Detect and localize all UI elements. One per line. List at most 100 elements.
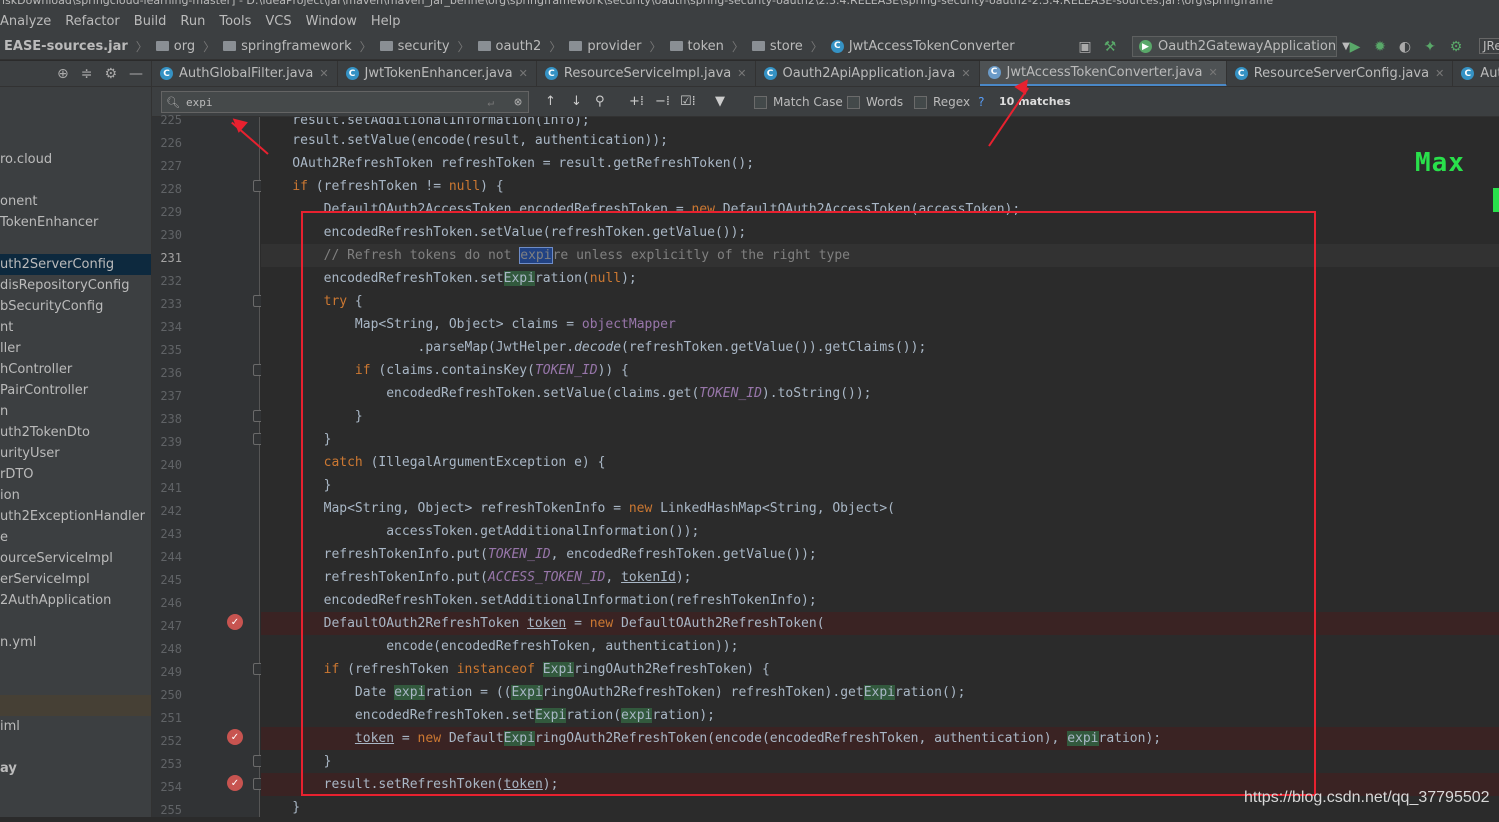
- sidebar-item[interactable]: ion: [0, 485, 151, 506]
- remove-selection-icon[interactable]: −⁞: [655, 94, 670, 109]
- build-hammer-icon[interactable]: ⚒: [1102, 39, 1118, 55]
- breadcrumb-label: JwtAccessTokenConverter: [848, 38, 1015, 54]
- select-all-icon[interactable]: ☑⁞: [680, 94, 696, 109]
- collapse-icon[interactable]: ≑: [81, 66, 93, 82]
- breadcrumb-oauth2[interactable]: oauth2 〉: [474, 38, 566, 55]
- tab-authcontroller[interactable]: CAuthController.java✕: [1453, 61, 1499, 86]
- sidebar-item[interactable]: erServiceImpl: [0, 569, 151, 590]
- breadcrumb-provider[interactable]: provider 〉: [565, 38, 665, 55]
- hide-icon[interactable]: —: [129, 66, 143, 82]
- menu-window[interactable]: Window: [306, 14, 357, 29]
- sidebar-item[interactable]: ro.cloud: [0, 149, 151, 170]
- profile-icon[interactable]: ✦: [1422, 39, 1438, 55]
- clear-icon[interactable]: ⊗: [514, 95, 522, 110]
- sidebar-item[interactable]: onent: [0, 191, 151, 212]
- sidebar-item[interactable]: PairController: [0, 380, 151, 401]
- newline-icon[interactable]: ↵: [487, 96, 494, 109]
- menu-vcs[interactable]: VCS: [265, 14, 291, 29]
- filter-icon[interactable]: ▼: [715, 94, 725, 109]
- breadcrumb-store[interactable]: store 〉: [748, 38, 827, 55]
- sidebar-item[interactable]: ourceServiceImpl: [0, 548, 151, 569]
- line-number: 246: [160, 596, 182, 610]
- line-number: 238: [160, 412, 182, 426]
- regex-help-link[interactable]: ?: [978, 95, 984, 109]
- line-number: 252: [160, 734, 182, 748]
- breakpoint-icon[interactable]: ✓: [227, 614, 243, 630]
- next-occurrence-icon[interactable]: ↓: [571, 94, 582, 109]
- breakpoint-icon[interactable]: ✓: [227, 775, 243, 791]
- tab-label: AuthGlobalFilter.java: [179, 66, 314, 81]
- sidebar-item[interactable]: iml: [0, 716, 151, 737]
- previous-occurrence-icon[interactable]: ↑: [545, 94, 556, 109]
- regex-checkbox[interactable]: Regex?: [914, 95, 984, 109]
- sidebar-item[interactable]: n.yml: [0, 632, 151, 653]
- update-running-icon[interactable]: ⚙: [1448, 39, 1464, 55]
- project-structure-icon[interactable]: ▣: [1077, 39, 1093, 55]
- breadcrumb-security[interactable]: security 〉: [376, 38, 474, 55]
- tab-label: JwtTokenEnhancer.java: [364, 66, 513, 81]
- add-selection-icon[interactable]: +⁞: [629, 94, 644, 109]
- words-label: Words: [866, 95, 904, 109]
- menu-bar: Analyze Refactor Build Run Tools VCS Win…: [0, 9, 1499, 33]
- find-all-icon[interactable]: ⚲: [595, 94, 605, 109]
- gear-icon[interactable]: ⚙: [104, 66, 117, 82]
- close-icon[interactable]: ✕: [1435, 67, 1444, 80]
- search-input[interactable]: 🔍︎ expi ↵ ⊗: [161, 91, 529, 113]
- close-icon[interactable]: ✕: [1209, 66, 1218, 79]
- locate-icon[interactable]: ⊕: [57, 66, 69, 82]
- run-icon[interactable]: ▶: [1347, 39, 1363, 55]
- run-configuration-select[interactable]: ▶ Oauth2GatewayApplication ▼: [1132, 36, 1350, 57]
- words-checkbox[interactable]: Words: [847, 95, 903, 109]
- menu-refactor[interactable]: Refactor: [65, 14, 120, 29]
- breadcrumb-class[interactable]: C JwtAccessTokenConverter: [827, 39, 1019, 54]
- breadcrumb-org[interactable]: org 〉: [152, 38, 219, 55]
- breadcrumb-jar[interactable]: EASE-sources.jar 〉: [0, 38, 152, 55]
- sidebar-item[interactable]: urityUser: [0, 443, 151, 464]
- sidebar-item[interactable]: uth2ExceptionHandler: [0, 506, 151, 527]
- menu-analyze[interactable]: Analyze: [0, 14, 51, 29]
- sidebar-item[interactable]: 2AuthApplication: [0, 590, 151, 611]
- tab-label: ResourceServiceImpl.java: [563, 66, 732, 81]
- sidebar-item[interactable]: nt: [0, 317, 151, 338]
- sidebar-item[interactable]: ay: [0, 758, 151, 779]
- close-icon[interactable]: ✕: [737, 67, 746, 80]
- sidebar-item[interactable]: e: [0, 527, 151, 548]
- tab-oauth2apiapplication[interactable]: C Oauth2ApiApplication.java ✕: [756, 61, 980, 86]
- coverage-icon[interactable]: ◐: [1397, 39, 1413, 55]
- sidebar-item-selected[interactable]: uth2ServerConfig: [0, 254, 151, 275]
- tab-resourceserverconfig[interactable]: C ResourceServerConfig.java ✕: [1227, 61, 1454, 86]
- menu-tools[interactable]: Tools: [219, 14, 251, 29]
- jre-button[interactable]: JRe: [1479, 38, 1499, 54]
- close-icon[interactable]: ✕: [961, 67, 970, 80]
- breadcrumb-label: springframework: [241, 38, 352, 54]
- tab-jwttokenenhancer[interactable]: C JwtTokenEnhancer.java ✕: [338, 61, 537, 86]
- breadcrumb-label: token: [687, 38, 724, 54]
- line-number: 236: [160, 366, 182, 380]
- breadcrumb-label: EASE-sources.jar: [4, 38, 128, 54]
- line-number: 244: [160, 550, 182, 564]
- sidebar-item[interactable]: ller: [0, 338, 151, 359]
- sidebar-item[interactable]: n: [0, 401, 151, 422]
- breakpoint-icon[interactable]: ✓: [227, 729, 243, 745]
- sidebar-item[interactable]: disRepositoryConfig: [0, 275, 151, 296]
- menu-run[interactable]: Run: [180, 14, 205, 29]
- breadcrumb-springframework[interactable]: springframework 〉: [219, 38, 376, 55]
- debug-icon[interactable]: ✹: [1372, 39, 1388, 55]
- sidebar-item-highlighted[interactable]: [0, 695, 151, 716]
- match-case-checkbox[interactable]: Match Case: [754, 95, 843, 109]
- line-number: 226: [160, 136, 182, 150]
- breadcrumb-token[interactable]: token 〉: [666, 38, 748, 55]
- sidebar-item[interactable]: TokenEnhancer: [0, 212, 151, 233]
- tab-authglobalfilter[interactable]: C AuthGlobalFilter.java ✕: [152, 61, 338, 86]
- close-icon[interactable]: ✕: [319, 67, 328, 80]
- search-icon: 🔍︎: [166, 95, 180, 109]
- search-query: expi: [185, 95, 213, 109]
- sidebar-item[interactable]: bSecurityConfig: [0, 296, 151, 317]
- tab-resourceserviceimpl[interactable]: C ResourceServiceImpl.java ✕: [537, 61, 756, 86]
- sidebar-item[interactable]: rDTO: [0, 464, 151, 485]
- menu-help[interactable]: Help: [371, 14, 401, 29]
- close-icon[interactable]: ✕: [519, 67, 528, 80]
- sidebar-item[interactable]: uth2TokenDto: [0, 422, 151, 443]
- sidebar-item[interactable]: hController: [0, 359, 151, 380]
- menu-build[interactable]: Build: [134, 14, 167, 29]
